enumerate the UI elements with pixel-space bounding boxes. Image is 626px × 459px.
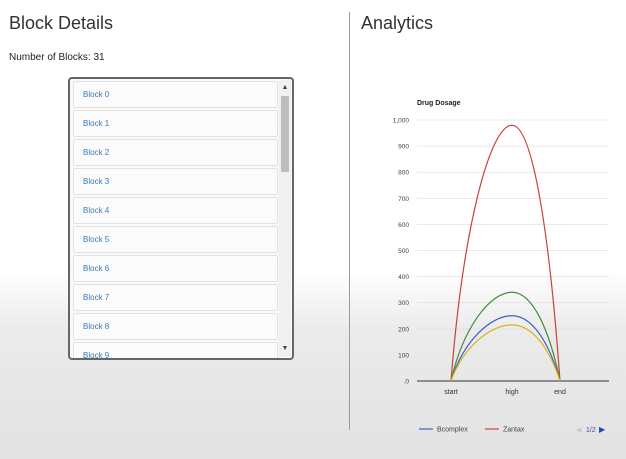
y-tick-label: 800: [398, 170, 409, 177]
scrollbar-thumb[interactable]: [281, 96, 289, 172]
y-tick-label: 400: [398, 274, 409, 281]
block-list-item[interactable]: Block 4: [73, 197, 278, 224]
y-tick-label: .0: [404, 379, 410, 386]
pager-label: 1/2: [586, 427, 596, 434]
y-tick-label: 600: [398, 222, 409, 229]
triangle-left-icon[interactable]: ◀: [576, 427, 582, 434]
y-tick-label: 900: [398, 144, 409, 151]
y-tick-label: 100: [398, 352, 409, 359]
block-details-panel: Block Details Number of Blocks: 31 Block…: [0, 0, 350, 459]
block-details-title: Block Details: [9, 13, 114, 33]
triangle-right-icon[interactable]: ▶: [599, 425, 606, 434]
y-tick-label: 1,000: [393, 118, 410, 125]
series-line-unnamed: [450, 291, 561, 382]
series-line-zantax: [450, 124, 561, 382]
panel-divider: [349, 12, 350, 430]
block-list-item[interactable]: Block 2: [73, 139, 278, 166]
chart-title: Drug Dosage: [417, 100, 461, 107]
block-list-scrollbar[interactable]: ▲ ▼: [279, 80, 291, 357]
triangle-down-icon[interactable]: ▼: [279, 343, 291, 355]
block-list-item[interactable]: Block 3: [73, 168, 278, 195]
triangle-up-icon[interactable]: ▲: [279, 82, 291, 94]
y-tick-label: 300: [398, 300, 409, 307]
block-list-item[interactable]: Block 8: [73, 313, 278, 340]
drug-dosage-chart: Drug Dosage .0 100 200 300 400 500 600 700 800 900…: [393, 100, 609, 434]
x-tick-label: high: [505, 389, 518, 396]
y-tick-label: 700: [398, 196, 409, 203]
block-list-item[interactable]: Block 6: [73, 255, 278, 282]
block-list-item[interactable]: Block 7: [73, 284, 278, 311]
block-count-label: Number of Blocks: 31: [9, 52, 105, 63]
y-tick-label: 500: [398, 248, 409, 255]
legend-label: Zantax: [503, 427, 525, 434]
block-list-item[interactable]: Block 5: [73, 226, 278, 253]
legend-label: Bcomplex: [437, 427, 468, 434]
analytics-panel: Analytics Drug Dosage .0 100 200 300 400 500 60…: [351, 0, 626, 459]
block-list-items: Block 0 Block 1 Block 2 Block 3 Block 4 Block…: [70, 79, 280, 358]
block-list-item[interactable]: Block 9: [73, 342, 278, 358]
x-tick-label: start: [444, 389, 458, 396]
block-list[interactable]: Block 0 Block 1 Block 2 Block 3 Block 4 Block…: [68, 77, 294, 360]
y-tick-label: 200: [398, 326, 409, 333]
block-list-item[interactable]: Block 0: [73, 81, 278, 108]
block-list-item[interactable]: Block 1: [73, 110, 278, 137]
x-tick-label: end: [554, 389, 566, 396]
